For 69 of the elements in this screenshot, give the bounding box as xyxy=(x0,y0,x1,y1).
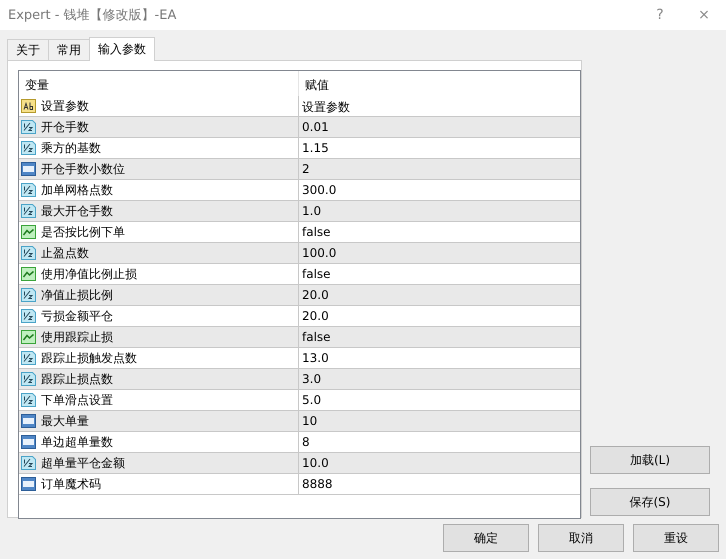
parameter-name: 最大单量 xyxy=(41,412,89,430)
parameter-value[interactable]: 10.0 xyxy=(299,453,580,473)
number-type-icon xyxy=(21,476,37,492)
parameter-value[interactable]: 0.01 xyxy=(299,117,580,137)
fraction-type-icon xyxy=(21,119,37,135)
close-button[interactable]: × xyxy=(682,7,726,23)
parameter-name: 止盈点数 xyxy=(41,244,89,262)
parameter-name: 设置参数 xyxy=(41,98,89,114)
parameter-name: 跟踪止损点数 xyxy=(41,370,113,388)
fraction-type-icon xyxy=(21,203,37,219)
help-button[interactable]: ? xyxy=(638,7,682,23)
parameter-name: 单边超单量数 xyxy=(41,434,113,450)
column-header[interactable]: 赋值 xyxy=(299,71,580,96)
fraction-type-icon xyxy=(21,371,37,387)
fraction-type-icon xyxy=(21,287,37,303)
parameter-name: 使用净值比例止损 xyxy=(41,266,137,282)
parameter-name: 乘方的基数 xyxy=(41,140,101,156)
fraction-type-icon xyxy=(21,182,37,198)
parameter-value[interactable]: 1.0 xyxy=(299,201,580,221)
parameter-value[interactable]: 1.15 xyxy=(299,138,580,158)
parameter-name: 跟踪止损触发点数 xyxy=(41,350,137,366)
parameter-name: 亏损金额平仓 xyxy=(41,308,113,324)
fraction-type-icon xyxy=(21,140,37,156)
parameter-value[interactable]: 300.0 xyxy=(299,180,580,200)
toggle-type-icon xyxy=(21,329,37,345)
parameter-value[interactable]: false xyxy=(299,222,580,242)
fraction-type-icon xyxy=(21,245,37,261)
parameter-value[interactable]: false xyxy=(299,327,580,347)
number-type-icon xyxy=(21,434,37,450)
parameter-name: 订单魔术码 xyxy=(41,476,101,492)
fraction-type-icon xyxy=(21,455,37,471)
parameter-value[interactable]: 5.0 xyxy=(299,390,580,410)
parameter-value[interactable]: 8888 xyxy=(299,474,580,494)
fraction-type-icon xyxy=(21,392,37,408)
parameter-value[interactable]: 10 xyxy=(299,411,580,431)
text-type-icon xyxy=(21,98,37,114)
parameter-name: 是否按比例下单 xyxy=(41,224,125,240)
column-header[interactable]: 变量 xyxy=(19,71,299,96)
parameter-value[interactable]: 100.0 xyxy=(299,243,580,263)
parameter-value[interactable]: 20.0 xyxy=(299,285,580,305)
number-type-icon xyxy=(21,413,37,429)
fraction-type-icon xyxy=(21,350,37,366)
number-type-icon xyxy=(21,161,37,177)
parameter-value[interactable]: 13.0 xyxy=(299,348,580,368)
tab[interactable]: 关于 xyxy=(7,39,49,60)
dialog-button[interactable]: 重设 xyxy=(633,524,719,552)
toggle-type-icon xyxy=(21,266,37,282)
window-title: Expert - 钱堆【修改版】-EA xyxy=(8,7,178,24)
parameter-value[interactable]: 8 xyxy=(299,432,580,452)
side-button[interactable]: 保存(S) xyxy=(590,488,710,516)
parameter-name: 净值止损比例 xyxy=(41,286,113,304)
parameter-name: 开仓手数小数位 xyxy=(41,160,125,178)
parameter-value[interactable]: false xyxy=(299,264,580,284)
parameter-name: 使用跟踪止损 xyxy=(41,328,113,346)
parameter-name: 下单滑点设置 xyxy=(41,392,113,408)
parameter-value[interactable]: 3.0 xyxy=(299,369,580,389)
toggle-type-icon xyxy=(21,224,37,240)
parameter-value[interactable]: 设置参数 xyxy=(299,96,580,116)
parameter-value[interactable]: 2 xyxy=(299,159,580,179)
parameter-name: 加单网格点数 xyxy=(41,182,113,198)
dialog-button[interactable]: 确定 xyxy=(443,524,529,552)
fraction-type-icon xyxy=(21,308,37,324)
side-button[interactable]: 加载(L) xyxy=(590,446,710,474)
dialog-button[interactable]: 取消 xyxy=(538,524,624,552)
parameter-value[interactable]: 20.0 xyxy=(299,306,580,326)
tab[interactable]: 输入参数 xyxy=(89,37,155,61)
parameter-name: 开仓手数 xyxy=(41,118,89,136)
parameter-name: 超单量平仓金额 xyxy=(41,454,125,472)
parameter-name: 最大开仓手数 xyxy=(41,202,113,220)
